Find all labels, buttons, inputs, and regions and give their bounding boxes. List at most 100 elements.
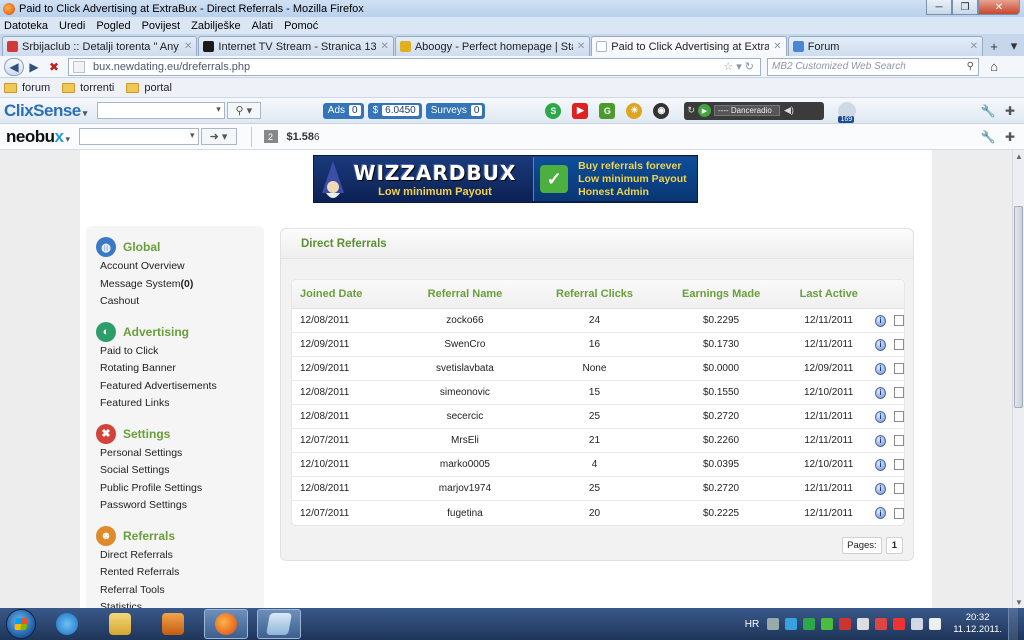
radio-station-select[interactable]: ---- Danceradio bbox=[713, 105, 780, 116]
sidebar-item-public-profile-settings[interactable]: Public Profile Settings bbox=[86, 480, 264, 498]
radio-play-button[interactable]: ▶ bbox=[697, 104, 711, 117]
headphones-icon[interactable]: ◉ bbox=[653, 102, 670, 119]
sidebar-item-featured-advertisements[interactable]: Featured Advertisements bbox=[86, 378, 264, 396]
column-joined-date[interactable]: Joined Date bbox=[292, 288, 401, 300]
site-identity-icon[interactable] bbox=[73, 60, 85, 73]
tray-speaker-icon[interactable] bbox=[929, 618, 942, 630]
start-button[interactable] bbox=[6, 609, 36, 639]
show-desktop-button[interactable] bbox=[1008, 608, 1018, 640]
scroll-thumb[interactable] bbox=[1014, 206, 1023, 408]
clixsense-search-input[interactable] bbox=[96, 102, 225, 119]
bookmark-forum[interactable]: forum bbox=[4, 82, 50, 94]
mail-icon[interactable]: 169 bbox=[838, 101, 857, 123]
url-bar[interactable]: bux.newdating.eu/dreferrals.php ☆ ▾ ↻ bbox=[68, 57, 761, 76]
menu-uredi[interactable]: Uredi bbox=[59, 20, 85, 32]
bookmark-torrenti[interactable]: torrenti bbox=[62, 82, 114, 94]
info-icon[interactable]: i bbox=[875, 507, 886, 519]
info-icon[interactable]: i bbox=[875, 362, 886, 375]
column-referral-name[interactable]: Referral Name bbox=[401, 288, 530, 300]
menu-zabiljeske[interactable]: Zabilješke bbox=[191, 20, 241, 32]
home-icon[interactable]: ⌂ bbox=[985, 58, 1003, 76]
column-earnings-made[interactable]: Earnings Made bbox=[660, 288, 783, 300]
info-icon[interactable]: i bbox=[875, 482, 886, 495]
neobux-go-button[interactable]: ➜ ▾ bbox=[200, 128, 237, 145]
tab-close-icon[interactable]: ✕ bbox=[970, 41, 978, 52]
wrench-icon[interactable]: 🔧 bbox=[980, 103, 996, 119]
sidebar-item-social-settings[interactable]: Social Settings bbox=[86, 462, 264, 480]
sidebar-item-featured-links[interactable]: Featured Links bbox=[86, 395, 264, 413]
row-checkbox[interactable] bbox=[893, 387, 904, 398]
back-button[interactable]: ◀ bbox=[4, 57, 24, 76]
radio-loop-icon[interactable]: ↻ bbox=[687, 105, 695, 116]
search-input[interactable]: MB2 Customized Web Search ⚲ bbox=[767, 57, 979, 76]
wizzardbux-banner[interactable]: WIZZARDBUX Low minimum Payout ✓ Buy refe… bbox=[313, 155, 698, 203]
neobux-logo[interactable]: neobux ▾ bbox=[6, 127, 70, 147]
menu-povijest[interactable]: Povijest bbox=[142, 20, 181, 32]
tab-forum[interactable]: Forum ✕ bbox=[787, 36, 984, 56]
tray-flag-icon[interactable] bbox=[875, 618, 888, 630]
stop-icon[interactable]: ✖ bbox=[44, 58, 64, 76]
tray-tools-icon[interactable] bbox=[767, 618, 780, 630]
weather-icon[interactable]: ☀ bbox=[626, 102, 643, 119]
vertical-scrollbar[interactable]: ▲ ▼ bbox=[1012, 150, 1024, 608]
sidebar-item-message-system[interactable]: Message System(0) bbox=[86, 276, 264, 294]
tab-internet-tv[interactable]: Internet TV Stream - Stranica 130 - O...… bbox=[198, 36, 394, 56]
taskbar-explorer[interactable] bbox=[98, 609, 142, 639]
taskbar-notepad[interactable] bbox=[257, 609, 301, 639]
menu-alati[interactable]: Alati bbox=[252, 20, 273, 32]
tab-close-icon[interactable]: ✕ bbox=[577, 41, 585, 52]
tab-list-icon[interactable]: ▾ bbox=[1004, 36, 1024, 56]
surveys-button[interactable]: Surveys 0 bbox=[425, 102, 486, 119]
tab-aboogy[interactable]: Aboogy - Perfect homepage | Startp... ✕ bbox=[394, 36, 591, 56]
row-checkbox[interactable] bbox=[893, 411, 904, 422]
row-checkbox[interactable] bbox=[893, 435, 904, 446]
close-button[interactable]: ✕ bbox=[978, 0, 1020, 15]
row-checkbox[interactable] bbox=[893, 507, 904, 519]
clixsense-logo[interactable]: ClixSense ▾ bbox=[4, 101, 87, 121]
info-icon[interactable]: i bbox=[875, 434, 886, 447]
sidebar-item-statistics[interactable]: Statistics bbox=[86, 599, 264, 608]
tab-close-icon[interactable]: ✕ bbox=[380, 41, 388, 52]
sidebar-item-rotating-banner[interactable]: Rotating Banner bbox=[86, 360, 264, 378]
row-checkbox[interactable] bbox=[893, 459, 904, 470]
youtube-icon[interactable]: ▶ bbox=[572, 102, 589, 119]
menu-pomoc[interactable]: Pomoć bbox=[284, 20, 318, 32]
scroll-down-icon[interactable]: ▼ bbox=[1013, 596, 1024, 608]
scroll-up-icon[interactable]: ▲ bbox=[1013, 150, 1024, 162]
clock[interactable]: 20:32 11.12.2011. bbox=[953, 612, 1002, 636]
sidebar-item-personal-settings[interactable]: Personal Settings bbox=[86, 445, 264, 463]
add-icon[interactable]: ✚ bbox=[1002, 129, 1018, 145]
info-icon[interactable]: i bbox=[875, 338, 886, 351]
menu-pogled[interactable]: Pogled bbox=[96, 20, 130, 32]
volume-icon[interactable]: ◀) bbox=[784, 105, 794, 116]
skype-icon[interactable]: S bbox=[545, 102, 562, 119]
wrench-icon[interactable]: 🔧 bbox=[980, 129, 996, 145]
taskbar-ie[interactable] bbox=[45, 609, 89, 639]
balance-button[interactable]: $6.0450 bbox=[367, 102, 422, 119]
neobux-search-input[interactable] bbox=[78, 128, 199, 145]
sidebar-item-account-overview[interactable]: Account Overview bbox=[86, 258, 264, 276]
row-checkbox[interactable] bbox=[893, 339, 904, 350]
taskbar-firefox[interactable] bbox=[204, 609, 248, 639]
column-last-active[interactable]: Last Active bbox=[782, 288, 875, 300]
tray-antivirus-icon[interactable] bbox=[839, 618, 852, 630]
info-icon[interactable]: i bbox=[875, 314, 886, 327]
sidebar-item-referral-tools[interactable]: Referral Tools bbox=[86, 582, 264, 600]
tab-extrabux[interactable]: Paid to Click Advertising at ExtraBux ..… bbox=[591, 36, 787, 56]
sidebar-item-paid-to-click[interactable]: Paid to Click bbox=[86, 343, 264, 361]
tab-close-icon[interactable]: ✕ bbox=[773, 41, 781, 52]
tray-volume-icon[interactable] bbox=[857, 618, 870, 630]
tray-avira-icon[interactable] bbox=[893, 618, 906, 630]
tray-network-icon[interactable] bbox=[785, 618, 798, 630]
info-icon[interactable]: i bbox=[875, 458, 886, 471]
new-tab-icon[interactable]: + bbox=[984, 36, 1004, 56]
sidebar-item-cashout[interactable]: Cashout bbox=[86, 293, 264, 311]
row-checkbox[interactable] bbox=[893, 315, 904, 326]
language-indicator[interactable]: HR bbox=[745, 619, 759, 630]
sidebar-item-rented-referrals[interactable]: Rented Referrals bbox=[86, 564, 264, 582]
tab-close-icon[interactable]: ✕ bbox=[184, 41, 192, 52]
row-checkbox[interactable] bbox=[893, 363, 904, 374]
info-icon[interactable]: i bbox=[875, 410, 886, 423]
page-1-button[interactable]: 1 bbox=[885, 537, 903, 554]
search-icon[interactable]: ⚲ bbox=[967, 61, 974, 72]
